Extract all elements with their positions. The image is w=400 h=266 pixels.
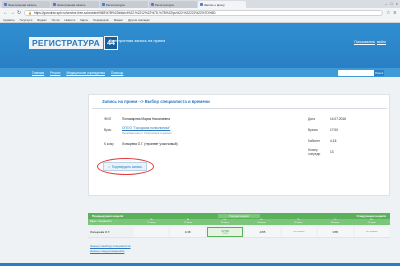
nav-item[interactable]: Главная	[32, 71, 44, 75]
user-link[interactable]: Пользователь	[354, 40, 375, 45]
nav-item[interactable]: Регион	[50, 71, 60, 75]
bookmark-item[interactable]: Яндекс	[37, 18, 46, 22]
search-button[interactable]: Поиск	[374, 69, 384, 76]
day-header: Ср 13 июля	[220, 219, 229, 224]
lock-icon: 🔒	[28, 10, 32, 15]
site-logo[interactable]: РЕГИСТРАТУРА 44	[29, 36, 118, 50]
main-nav: Главная Регион Медицинские учреждения По…	[0, 68, 400, 77]
bookmark-item[interactable]: Новости	[64, 18, 75, 22]
schedule-cell-selected[interactable]: 17:00 13/15	[206, 226, 244, 237]
bookmark-item[interactable]: Госуслуги	[20, 18, 33, 22]
favicon-icon	[102, 3, 105, 6]
back-icon[interactable]: ←	[3, 10, 8, 16]
schedule-cell[interactable]: 2/85	[245, 226, 280, 237]
logout-link[interactable]: выйти	[376, 40, 386, 45]
bottom-links: Назад к выбору специалиста Назад к медуч…	[90, 244, 130, 254]
day-header: Пт 15 июля	[294, 219, 303, 224]
doctor-cell: Лопырева О.Г.	[90, 229, 111, 234]
maximize-icon[interactable]: □	[390, 1, 392, 6]
divider	[92, 108, 387, 109]
field-label: ФИО	[104, 117, 112, 121]
nav-item[interactable]: Медицинские учреждения	[66, 71, 105, 75]
doctor-name: Лопырева О.Г. (терапевт участковый)	[122, 142, 178, 146]
service-note: Лечебная дело / Участковый терапевт	[122, 131, 172, 135]
favicon-icon	[4, 3, 7, 6]
back-to-clinic-link[interactable]: Назад к медучреждению	[90, 249, 130, 254]
booking-title: Запись на прием --> Выбор специалиста и …	[102, 99, 210, 104]
current-week-label: Текущая неделя	[218, 214, 260, 218]
menu-icon[interactable]: ≡	[393, 10, 397, 16]
schedule-cell[interactable]: 3/85	[318, 226, 353, 237]
schedule-cell[interactable]: нет записи	[281, 226, 317, 237]
browser-tab[interactable]: Регистратура	[149, 1, 197, 8]
browser-tab[interactable]: Электронная запись	[2, 1, 50, 8]
patient-name: Пономарева Мария Николаевна	[122, 117, 170, 121]
url-field[interactable]: 🔒 https://gorzdrav.spb.ru/service-free-s…	[24, 9, 383, 16]
bookmark-item[interactable]: Другие закладки	[128, 18, 149, 22]
favicon-icon	[200, 3, 203, 6]
field-label: Врач	[104, 128, 112, 132]
bookmark-item[interactable]: Карты	[80, 18, 88, 22]
day-header: Сб 16 июля	[330, 219, 340, 224]
favicon-icon	[53, 3, 56, 6]
schedule-days: Врач / специалист Пн 11 июля Вт 12 июля Ср…	[88, 219, 390, 225]
next-week-link[interactable]: Следующая неделя	[357, 214, 386, 218]
queue-number: 13	[330, 150, 334, 154]
prev-week-link[interactable]: Предыдущая неделя	[92, 214, 123, 218]
forward-icon[interactable]: →	[10, 10, 15, 16]
browser-tab[interactable]: Регистратура	[100, 1, 148, 8]
user-auth: Пользователь выйти	[354, 40, 386, 45]
star-icon[interactable]: ☆	[386, 10, 390, 16]
field-label: К кому	[104, 142, 114, 146]
site-header: РЕГИСТРАТУРА 44 Электронная запись на пр…	[0, 23, 400, 68]
table-row: Лопырева О.Г. 1/48 17:00 13/15 2/85 нет з…	[88, 226, 390, 238]
favicon-icon	[151, 3, 154, 6]
bookmark-item[interactable]: Сервисы	[3, 18, 15, 22]
nav-item[interactable]: Помощь	[111, 71, 123, 75]
browser-tabbar: Электронная запись Электронная запись Ре…	[0, 0, 400, 8]
doctor-column-header: Врач / специалист	[90, 220, 113, 223]
logo-text: РЕГИСТРАТУРА	[29, 37, 103, 49]
cabinet-number: 4-15	[330, 139, 337, 143]
close-icon[interactable]: ×	[396, 1, 398, 6]
field-label: Номер очереди	[308, 148, 321, 156]
browser-tab[interactable]: Электронная запись	[51, 1, 99, 8]
field-label: Дата	[308, 117, 316, 121]
schedule-cell[interactable]: 1/48	[170, 226, 205, 237]
bookmark-item[interactable]: Почта	[52, 18, 60, 22]
reload-icon[interactable]: ↻	[17, 10, 21, 16]
bookmark-item[interactable]: Маркет	[114, 18, 123, 22]
browser-tab-active[interactable]: Запись к врачу	[198, 1, 246, 8]
bookmark-item[interactable]: Переводчик	[93, 18, 109, 22]
schedule-cell[interactable]	[134, 226, 169, 237]
field-label: Кабинет	[308, 139, 321, 143]
appointment-date: 14.07.2016	[330, 117, 346, 121]
day-header: Чт 14 июля	[257, 219, 266, 224]
clinic-link[interactable]: ОГБУЗ "Городская поликлиника"	[122, 126, 170, 130]
day-header: Вс 17 июля	[367, 219, 376, 224]
appointment-time: 17:00	[330, 128, 338, 132]
highlight-circle	[97, 158, 154, 175]
day-header: Вт 12 июля	[183, 219, 193, 224]
day-header: Пн 11 июля	[147, 219, 156, 224]
address-bar: ← → ↻ 🔒 https://gorzdrav.spb.ru/service-…	[0, 8, 400, 17]
field-label: Время	[308, 128, 318, 132]
site-subtitle: Электронная запись на прием	[109, 38, 166, 43]
minimize-icon[interactable]: –	[385, 1, 387, 6]
schedule-cell[interactable]: нет приема	[354, 226, 389, 237]
window-controls: – □ ×	[385, 1, 398, 6]
